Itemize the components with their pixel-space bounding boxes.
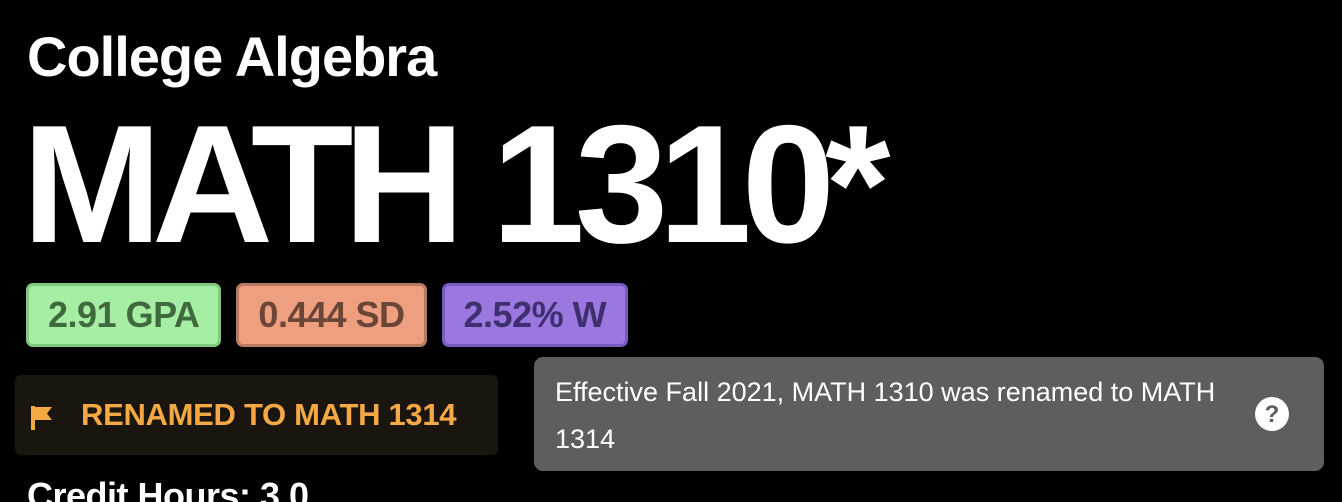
course-code: MATH 1310* (22, 90, 891, 278)
help-icon[interactable]: ? (1255, 397, 1289, 431)
rename-tooltip: Effective Fall 2021, MATH 1310 was renam… (534, 357, 1324, 471)
course-title: College Algebra (27, 25, 437, 88)
course-detail-page: College Algebra MATH 1310* 2.91 GPA 0.44… (0, 0, 1342, 502)
credit-hours: Credit Hours: 3.0 (27, 475, 309, 502)
withdraw-badge: 2.52% W (441, 283, 629, 347)
renamed-tag[interactable]: RENAMED TO MATH 1314 (15, 375, 498, 455)
flag-icon (31, 402, 53, 430)
gpa-badge: 2.91 GPA (26, 283, 222, 347)
renamed-tag-label: RENAMED TO MATH 1314 (81, 397, 457, 432)
rename-tooltip-text: Effective Fall 2021, MATH 1310 was renam… (555, 377, 1216, 454)
sd-badge: 0.444 SD (236, 283, 427, 347)
stats-badges: 2.91 GPA 0.444 SD 2.52% W (26, 283, 629, 347)
